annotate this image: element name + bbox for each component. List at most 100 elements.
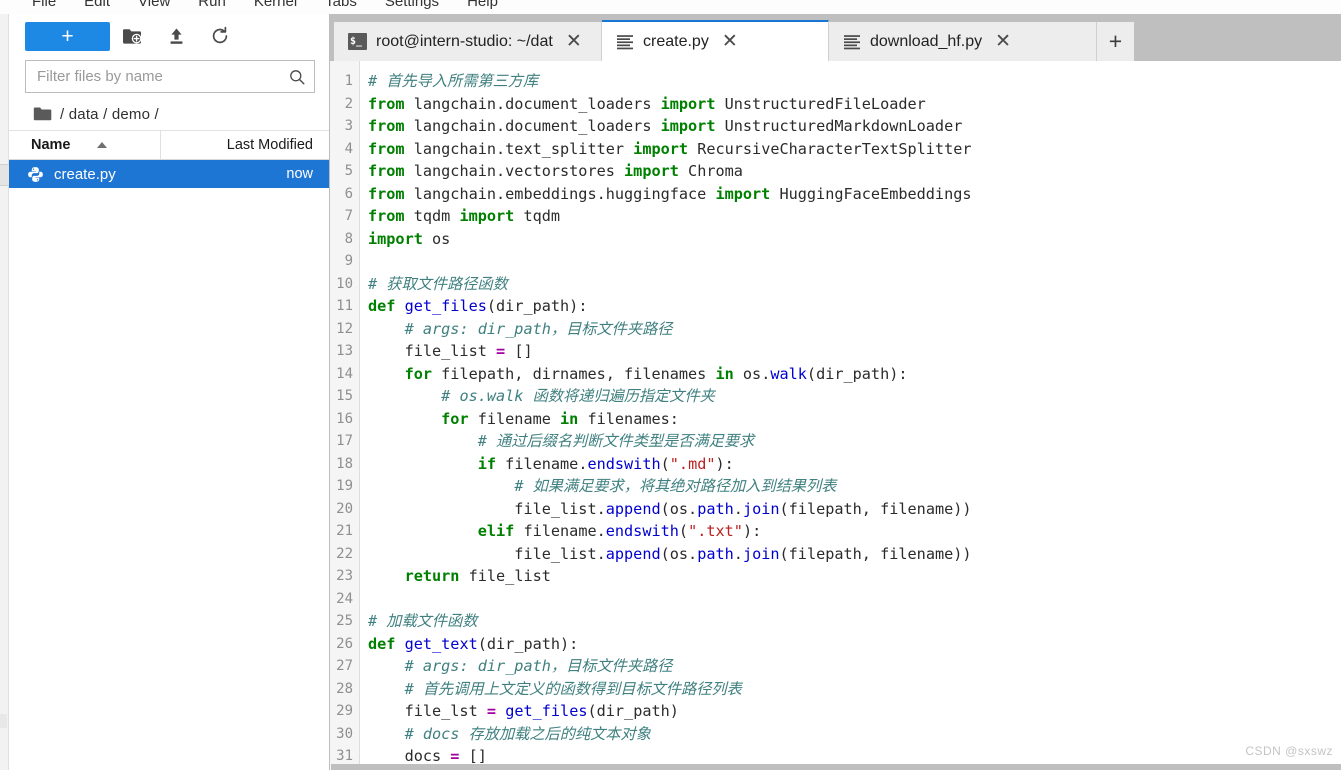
code-line[interactable]: from langchain.vectorstores import Chrom… [368, 160, 1341, 183]
code-line[interactable]: def get_text(dir_path): [368, 633, 1341, 656]
new-tab-button[interactable]: + [1097, 22, 1134, 61]
tab-download-hf-py[interactable]: download_hf.py ✕ [829, 22, 1097, 61]
tab-terminal[interactable]: root@intern-studio: ~/dat ✕ [334, 22, 602, 61]
menu-item-kernel[interactable]: Kernel [240, 0, 311, 14]
code-token: UnstructuredFileLoader [715, 94, 926, 113]
code-line[interactable]: # 通过后缀名判断文件类型是否满足要求 [368, 430, 1341, 453]
line-number-gutter: 1 2 3 4 5 6 7 8 9 10 11 12 13 14 15 16 17 18 19 20 21 22 23 24 2… [330, 61, 360, 770]
file-name: create.py [54, 165, 116, 183]
line-number: 4 [344, 140, 353, 157]
menu-item-settings[interactable]: Settings [371, 0, 453, 14]
new-folder-icon [122, 28, 141, 44]
code-line[interactable]: def get_files(dir_path): [368, 295, 1341, 318]
code-token: import [624, 162, 679, 180]
code-token: path [697, 499, 734, 518]
new-folder-button[interactable] [110, 21, 154, 51]
line-number: 2 [344, 95, 353, 112]
code-token: langchain.document_loaders [404, 117, 661, 135]
code-line[interactable]: file_list = [] [368, 340, 1341, 363]
jupyterlab-window: File Edit View Run Kernel Tabs Settings … [0, 0, 1341, 770]
menu-item-run[interactable]: Run [184, 0, 240, 14]
code-line[interactable]: file_list.append(os.path.join(filepath, … [368, 543, 1341, 566]
rail-collapse-handle[interactable] [0, 164, 9, 186]
folder-icon [33, 107, 52, 121]
menu-item-edit[interactable]: Edit [70, 0, 124, 14]
code-token: # 通过后缀名判断文件类型是否满足要求 [477, 432, 755, 450]
code-line[interactable]: # args: dir_path，目标文件夹路径 [368, 655, 1341, 678]
code-editor[interactable]: 1 2 3 4 5 6 7 8 9 10 11 12 13 14 15 16 17 18 19 20 21 22 23 24 2… [330, 61, 1341, 770]
menu-item-view[interactable]: View [124, 0, 184, 14]
filter-files-input[interactable] [37, 68, 289, 85]
menu-item-help[interactable]: Help [453, 0, 512, 14]
file-list-header: Name Last Modified [9, 131, 329, 160]
code-line[interactable]: if filename.endswith(".md"): [368, 453, 1341, 476]
code-line[interactable] [368, 588, 1341, 611]
column-header-last-modified[interactable]: Last Modified [161, 137, 329, 153]
code-line[interactable]: for filename in filenames: [368, 408, 1341, 431]
breadcrumb[interactable]: / data / demo / [9, 98, 329, 131]
code-line[interactable]: for filepath, dirnames, filenames in os.… [368, 363, 1341, 386]
code-line[interactable]: elif filename.endswith(".txt"): [368, 520, 1341, 543]
line-number: 3 [344, 118, 353, 134]
code-token: ( [660, 454, 670, 473]
tab-terminal-close-icon[interactable]: ✕ [562, 30, 586, 54]
code-token: in [560, 409, 579, 428]
new-launcher-button[interactable]: + [25, 21, 110, 51]
code-token: filename. [496, 454, 588, 473]
code-line[interactable]: file_lst = get_files(dir_path) [368, 700, 1341, 723]
code-line[interactable]: from tqdm import tqdm [368, 205, 1341, 228]
filter-files-box[interactable] [25, 60, 315, 93]
menu-item-file[interactable]: File [18, 0, 70, 14]
sort-asc-caret-icon [96, 142, 107, 148]
tab-download-hf-py-label: download_hf.py [870, 32, 983, 50]
code-token: file_lst [368, 702, 487, 720]
tab-create-py[interactable]: create.py ✕ [602, 20, 829, 61]
line-number: 22 [336, 545, 353, 562]
code-line[interactable]: import os [368, 228, 1341, 251]
line-number: 16 [336, 410, 353, 427]
code-token: elif [477, 522, 515, 540]
code-content[interactable]: # 首先导入所需第三方库 from langchain.document_load… [360, 61, 1341, 770]
code-token: tqdm [514, 207, 561, 225]
code-line[interactable]: from langchain.text_splitter import Recu… [368, 138, 1341, 161]
code-line[interactable]: # 首先调用上文定义的函数得到目标文件路径列表 [368, 678, 1341, 701]
list-item[interactable]: create.py now [9, 160, 329, 188]
code-token: (dir_path): [486, 297, 588, 315]
tab-create-py-close-icon[interactable]: ✕ [718, 30, 742, 54]
code-line[interactable]: # docs 存放加载之后的纯文本对象 [368, 723, 1341, 746]
code-token: tqdm [404, 207, 460, 225]
main-dock-area: root@intern-studio: ~/dat ✕ create.py ✕ [330, 14, 1341, 770]
code-line[interactable]: # 获取文件路径函数 [368, 273, 1341, 296]
code-line[interactable]: # 首先导入所需第三方库 [368, 70, 1341, 93]
code-line[interactable]: # os.walk 函数将递归遍历指定文件夹 [368, 385, 1341, 408]
code-line[interactable]: # args: dir_path，目标文件夹路径 [368, 318, 1341, 341]
code-token: Chroma [678, 162, 743, 180]
code-line[interactable] [368, 250, 1341, 273]
line-number: 8 [344, 230, 353, 247]
menu-item-tabs[interactable]: Tabs [311, 0, 371, 14]
code-line[interactable]: # 如果满足要求，将其绝对路径加入到结果列表 [368, 475, 1341, 498]
code-token: # 首先导入所需第三方库 [368, 72, 539, 90]
code-token: # args: dir_path，目标文件夹路径 [404, 319, 673, 338]
code-line[interactable]: from langchain.document_loaders import U… [368, 93, 1341, 116]
upload-button[interactable] [154, 21, 198, 51]
file-browser-toolbar: + [9, 14, 329, 58]
code-token: from [368, 117, 405, 135]
code-line[interactable]: from langchain.embeddings.huggingface im… [368, 183, 1341, 206]
code-line[interactable]: from langchain.document_loaders import U… [368, 115, 1341, 138]
code-token: langchain.vectorstores [404, 162, 625, 180]
code-token: os. [733, 364, 771, 383]
column-header-name[interactable]: Name [9, 131, 161, 159]
line-number: 7 [344, 208, 353, 224]
tab-download-hf-py-close-icon[interactable]: ✕ [991, 30, 1015, 54]
code-line[interactable]: return file_list [368, 565, 1341, 588]
breadcrumb-path[interactable]: / data / demo / [60, 106, 159, 123]
code-line[interactable]: file_list.append(os.path.join(filepath, … [368, 498, 1341, 521]
refresh-button[interactable] [198, 21, 242, 51]
code-token: get_text [404, 634, 478, 653]
code-line[interactable]: # 加载文件函数 [368, 610, 1341, 633]
code-token: get_files [505, 702, 588, 720]
